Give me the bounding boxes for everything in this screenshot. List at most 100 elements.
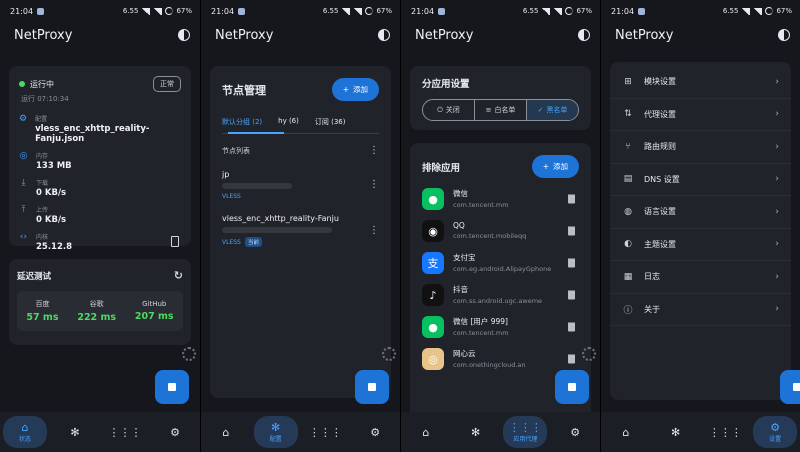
app-item[interactable]: ◉ QQ com.tencent.mobileqq <box>422 220 579 242</box>
floating-gear-icon[interactable] <box>582 347 596 361</box>
nav-apps[interactable]: ⋮⋮⋮ <box>303 416 347 448</box>
stop-fab-button[interactable] <box>555 370 589 404</box>
nav-status[interactable]: ⌂ <box>204 416 248 448</box>
add-label: 添加 <box>553 162 568 171</box>
app-item[interactable]: ● 微信 com.tencent.mm <box>422 188 579 210</box>
nav-config[interactable]: ✻ <box>654 416 698 448</box>
theme-toggle-icon[interactable] <box>578 29 590 41</box>
nav-config[interactable]: ✻ 配置 <box>253 416 298 448</box>
mode-off-button[interactable]: ⏻ 关闭 <box>423 100 474 120</box>
chevron-right-icon: › <box>775 76 779 87</box>
app-icon: ◎ <box>422 348 444 370</box>
settings-item-label: 代理设置 <box>644 109 676 119</box>
tab-hy[interactable]: hy (6) <box>278 117 299 127</box>
node-more-icon[interactable]: ⋮ <box>369 180 379 190</box>
theme-toggle-icon[interactable] <box>178 29 190 41</box>
stop-fab-button[interactable] <box>155 370 189 404</box>
latency-name: GitHub <box>142 300 167 308</box>
nav-status[interactable]: ⌂ <box>604 416 648 448</box>
delete-icon[interactable] <box>568 290 575 300</box>
nav-settings[interactable]: ⚙ 设置 <box>753 416 798 448</box>
nodes-icon: ✻ <box>671 425 681 439</box>
node-management-title: 节点管理 <box>222 83 266 97</box>
settings-menu-card: ⊞ 模块设置 › ⇅ 代理设置 › ⑂ 路由规则 › ▤ DNS 设置 › ◍ 语言设置 › ◐ 主题设置 › ▦ 日… <box>610 62 791 400</box>
app-item[interactable]: ● 微信 [用户 999] com.tencent.mm <box>422 316 579 338</box>
screen-config: 21:04 6.55 67% NetProxy 节点管理 + 添加 默认分组 (2)… <box>200 0 400 452</box>
stop-fab-button[interactable] <box>355 370 389 404</box>
nav-apps[interactable]: ⋮⋮⋮ <box>703 416 747 448</box>
floating-gear-icon[interactable] <box>182 347 196 361</box>
nav-label: 配置 <box>269 435 282 443</box>
app-item[interactable]: 支支付宝 com.eg.android.AlipayGphone <box>422 252 579 274</box>
tab-subscription[interactable]: 订阅 (36) <box>315 117 346 127</box>
theme-toggle-icon[interactable] <box>778 29 790 41</box>
settings-item[interactable]: ▤ DNS 设置 › <box>610 164 791 196</box>
settings-item[interactable]: ▦ 日志 › <box>610 261 791 294</box>
nav-apps[interactable]: ⋮⋮⋮ <box>103 416 147 448</box>
nav-config[interactable]: ✻ <box>454 416 498 448</box>
mode-whitelist-button[interactable]: ≡ 白名单 <box>474 100 526 120</box>
tab-default-group[interactable]: 默认分组 (2) <box>222 117 262 127</box>
latency-value: 57 ms <box>26 312 59 323</box>
refresh-icon[interactable]: ↻ <box>174 269 183 282</box>
node-more-icon[interactable]: ⋮ <box>369 225 379 235</box>
net-speed: 6.55 <box>122 7 139 15</box>
nav-settings[interactable]: ⚙ <box>553 416 597 448</box>
mode-blacklist-button[interactable]: ✓ 黑名单 <box>526 100 578 120</box>
node-item[interactable]: jp VLESS ⋮ <box>222 170 379 200</box>
nav-label: 状态 <box>18 435 31 443</box>
settings-item[interactable]: ◍ 语言设置 › <box>610 196 791 229</box>
excluded-apps-title: 排除应用 <box>422 162 461 174</box>
battery-level: 67% <box>176 7 192 15</box>
add-app-button[interactable]: + 添加 <box>531 155 579 178</box>
nav-status[interactable]: ⌂ <box>404 416 448 448</box>
app-title: NetProxy <box>215 27 274 43</box>
nav-apps[interactable]: ⋮⋮⋮ 应用代理 <box>503 416 548 448</box>
mode-normal-button[interactable]: 正常 <box>153 76 181 92</box>
stop-fab-button[interactable] <box>780 370 800 404</box>
theme-toggle-icon[interactable] <box>378 29 390 41</box>
battery-icon <box>765 7 774 15</box>
nodes-icon: ✻ <box>271 420 281 434</box>
nav-settings[interactable]: ⚙ <box>353 416 397 448</box>
settings-item[interactable]: ⇅ 代理设置 › <box>610 99 791 131</box>
delete-icon[interactable] <box>568 258 575 268</box>
delete-icon[interactable] <box>568 194 575 204</box>
settings-item[interactable]: ⑂ 路由规则 › <box>610 131 791 164</box>
app-name: 网心云 <box>453 349 476 358</box>
more-vert-icon[interactable]: ⋮ <box>369 146 379 156</box>
globe-icon: ◍ <box>624 206 632 217</box>
net-speed: 6.55 <box>722 7 739 15</box>
tab-indicator <box>228 132 284 134</box>
running-dot-icon <box>19 81 25 87</box>
node-name: vless_enc_xhttp_reality-Fanju <box>222 214 339 223</box>
core-file-icon[interactable] <box>171 236 179 247</box>
signal-icon-2 <box>353 7 363 15</box>
log-icon: ▦ <box>623 271 633 282</box>
app-bar: NetProxy <box>601 23 800 47</box>
delete-icon[interactable] <box>568 322 575 332</box>
screen-status: 21:04 6.55 67% NetProxy 运行中 正常 运行 07:10:3… <box>0 0 200 452</box>
latency-results: 百度 57 ms 谷歌 222 ms GitHub 207 ms <box>17 291 183 331</box>
info-value: 0 KB/s <box>36 188 67 198</box>
delete-icon[interactable] <box>568 354 575 364</box>
info-label: 内核 <box>36 234 49 241</box>
app-item[interactable]: ♪ 抖音 com.ss.android.ugc.aweme <box>422 284 579 306</box>
add-node-button[interactable]: + 添加 <box>331 78 379 101</box>
nav-settings[interactable]: ⚙ <box>153 416 197 448</box>
app-icon: 支 <box>422 252 444 274</box>
memory-icon: ◎ <box>19 151 28 161</box>
settings-item[interactable]: ⊞ 模块设置 › <box>610 66 791 99</box>
app-icon: ● <box>422 188 444 210</box>
node-item[interactable]: vless_enc_xhttp_reality-Fanju VLESS 当前 ⋮ <box>222 214 379 247</box>
settings-item[interactable]: ◐ 主题设置 › <box>610 229 791 261</box>
app-item[interactable]: ◎ 网心云 com.onethingcloud.an <box>422 348 579 370</box>
floating-gear-icon[interactable] <box>382 347 396 361</box>
delete-icon[interactable] <box>568 226 575 236</box>
nav-status[interactable]: ⌂ 状态 <box>3 416 47 448</box>
mode-label: 黑名单 <box>546 106 568 114</box>
signal-icon <box>341 7 351 15</box>
settings-item[interactable]: ⓘ 关于 › <box>610 294 791 326</box>
nav-config[interactable]: ✻ <box>53 416 97 448</box>
app-package: com.tencent.mm <box>453 329 509 337</box>
